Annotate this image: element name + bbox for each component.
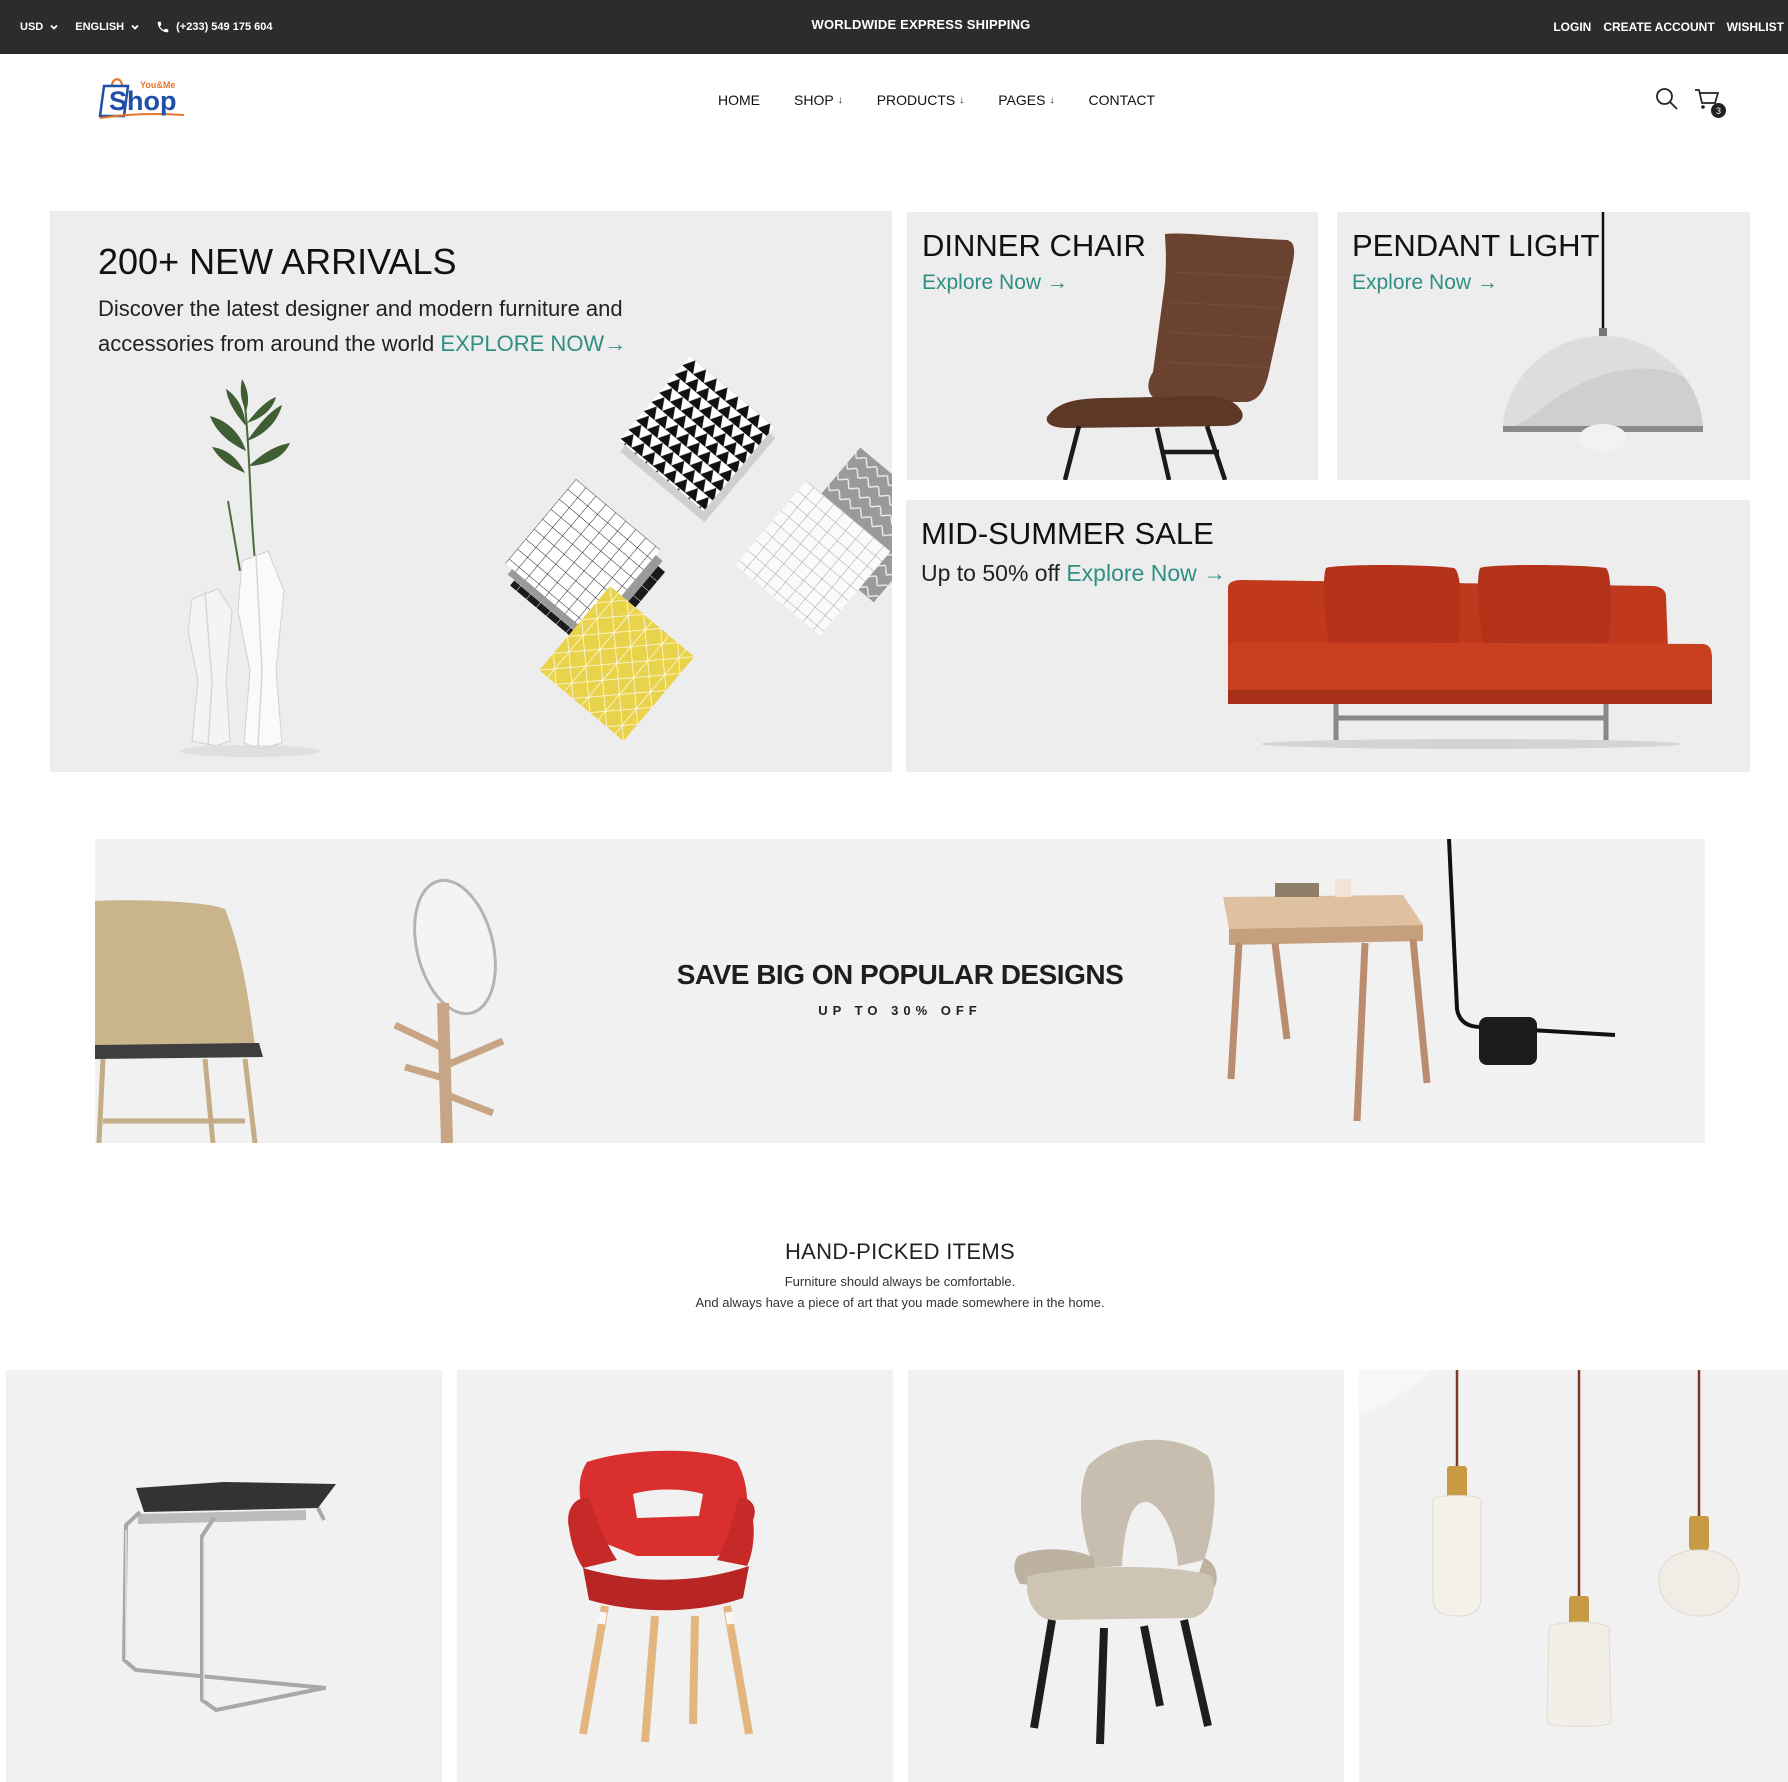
banner-subtitle: UP TO 30% OFF <box>818 1003 982 1018</box>
account-links: LOGIN CREATE ACCOUNT WISHLIST <box>1553 0 1784 54</box>
site-logo[interactable]: You&Me Shop <box>98 74 190 120</box>
hand-picked-line: Furniture should always be comfortable. <box>784 1274 1016 1289</box>
nav-label: CONTACT <box>1088 92 1156 108</box>
nav-pages[interactable]: PAGES ↓ <box>998 88 1054 112</box>
red-armchair-image <box>568 1450 755 1743</box>
nav-label: HOME <box>718 92 760 108</box>
nav-label: PAGES <box>998 92 1046 108</box>
hand-picked-title: HAND-PICKED ITEMS <box>784 1239 1015 1264</box>
sale-subtitle: Up to 50% off Explore Now → <box>921 560 1226 587</box>
nav-label: SHOP <box>794 92 834 108</box>
nav-contact[interactable]: CONTACT <box>1088 88 1155 112</box>
arrivals-illustration <box>180 356 892 757</box>
nav-label: PRODUCTS <box>876 92 956 108</box>
arrow-down-icon: ↓ <box>1049 94 1055 106</box>
search-icon[interactable] <box>1654 86 1680 112</box>
banner-furniture-image <box>95 839 1616 1143</box>
sale-discount-text: Up to 50% off <box>921 560 1060 586</box>
logo-main-text: Shop <box>109 86 177 116</box>
explore-now-link[interactable]: Explore Now → <box>1352 271 1498 295</box>
save-big-banner[interactable]: SAVE BIG ON POPULAR DESIGNS UP TO 30% OF… <box>95 839 1705 1143</box>
pendant-light-tile[interactable]: PENDANT LIGHT Explore Now → <box>1337 212 1750 480</box>
top-bar: USD ENGLISH (+233) 549 175 604 WORLDWIDE… <box>0 0 1788 54</box>
login-link[interactable]: LOGIN <box>1553 20 1591 34</box>
nav-products[interactable]: PRODUCTS ↓ <box>877 88 965 112</box>
explore-now-link[interactable]: Explore Now → <box>1066 560 1226 586</box>
pendant-light-title: PENDANT LIGHT <box>1352 228 1600 263</box>
header-icons: 3 <box>1654 86 1726 118</box>
main-nav: HOME SHOP ↓ PRODUCTS ↓ PAGES ↓ CONTACT <box>718 88 1155 112</box>
hand-picked-line: And always have a piece of art that you … <box>695 1295 1105 1310</box>
pendant-lights-image <box>1359 1370 1740 1727</box>
product-card-nesting-table[interactable] <box>6 1370 442 1782</box>
arrow-down-icon: ↓ <box>837 94 843 106</box>
dinner-chair-tile[interactable]: DINNER CHAIR Explore Now → <box>907 212 1318 480</box>
shipping-announcement: WORLDWIDE EXPRESS SHIPPING <box>811 16 1031 32</box>
banner-title: SAVE BIG ON POPULAR DESIGNS <box>676 959 1124 990</box>
explore-now-link[interactable]: Explore Now → <box>922 271 1068 295</box>
nav-shop[interactable]: SHOP ↓ <box>794 88 843 112</box>
product-card-red-armchair[interactable] <box>457 1370 893 1782</box>
shop-logo-icon: You&Me Shop <box>98 78 185 119</box>
create-account-link[interactable]: CREATE ACCOUNT <box>1603 20 1714 34</box>
nesting-table-image <box>121 1482 336 1713</box>
product-card-pendant-lights[interactable] <box>1359 1370 1788 1782</box>
wishlist-link[interactable]: WISHLIST <box>1727 20 1784 34</box>
cart-count-badge: 3 <box>1711 103 1726 118</box>
mid-summer-sale-tile[interactable]: MID-SUMMER SALE Up to 50% off Explore No… <box>906 500 1750 772</box>
mid-summer-sale-title: MID-SUMMER SALE <box>921 516 1214 551</box>
product-card-beige-chair[interactable] <box>908 1370 1344 1782</box>
arrow-down-icon: ↓ <box>959 94 965 106</box>
dinner-chair-title: DINNER CHAIR <box>922 228 1146 263</box>
new-arrivals-banner[interactable]: 200+ NEW ARRIVALS Discover the latest de… <box>50 211 892 772</box>
cart-button[interactable]: 3 <box>1694 86 1726 118</box>
nav-home[interactable]: HOME <box>718 88 760 112</box>
beige-chair-image <box>1014 1439 1217 1745</box>
